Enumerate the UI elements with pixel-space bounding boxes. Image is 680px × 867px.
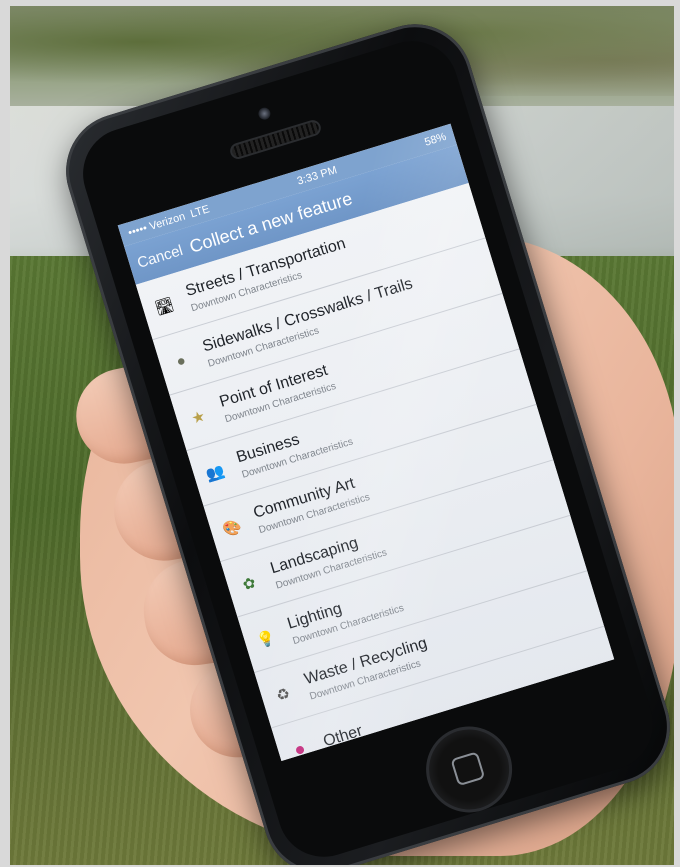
phone-screen: ••••• Verizon LTE 3:33 PM 58% Cancel Col… (117, 123, 615, 761)
recycle-icon: ♻ (274, 684, 292, 705)
cancel-button[interactable]: Cancel (135, 241, 185, 271)
network-label: LTE (188, 203, 212, 221)
road-icon: 🛣 (152, 295, 176, 318)
home-square-icon (450, 751, 486, 787)
phone-area: ••••• Verizon LTE 3:33 PM 58% Cancel Col… (51, 9, 674, 865)
sidewalk-icon: ● (174, 351, 189, 371)
art-icon: 🎨 (220, 517, 244, 540)
feature-list: 🛣 Streets / Transportation Downtown Char… (135, 182, 615, 761)
battery-label: 58% (423, 130, 448, 149)
phone: ••••• Verizon LTE 3:33 PM 58% Cancel Col… (51, 9, 674, 865)
lightbulb-icon: 💡 (254, 628, 278, 650)
plant-icon: ✿ (240, 573, 258, 594)
star-icon: ★ (189, 407, 208, 428)
photo-background: ••••• Verizon LTE 3:33 PM 58% Cancel Col… (10, 6, 674, 865)
business-icon: 👥 (203, 461, 227, 484)
